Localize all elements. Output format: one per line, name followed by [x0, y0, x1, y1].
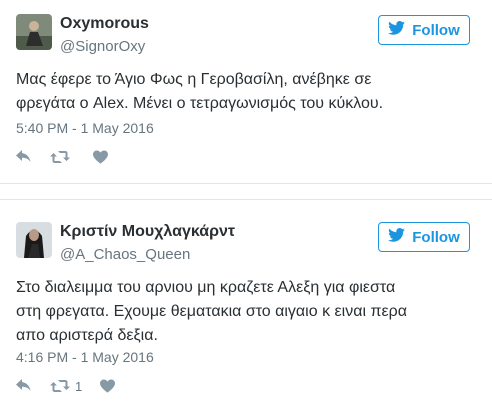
tweet-card: Κριστίν Μουχλαγκάρντ @A_Chaos_Queen Foll… — [0, 199, 492, 418]
reply-button[interactable] — [16, 150, 32, 164]
display-name[interactable]: Oxymorous — [60, 15, 149, 33]
tweet-timestamp[interactable]: 4:16 PM - 1 May 2016 — [16, 349, 154, 365]
retweet-icon — [50, 379, 70, 393]
retweet-count: 1 — [75, 378, 83, 394]
tweet-card: Oxymorous @SignorOxy Follow Μας έφερε το… — [0, 0, 492, 184]
avatar[interactable] — [16, 222, 52, 258]
like-button[interactable] — [93, 150, 108, 164]
twitter-bird-icon — [388, 228, 406, 246]
tweet-text-line: απο αριστερά δεξια. — [16, 327, 158, 344]
tweet-text: Μας έφερε το Άγιο Φως η Γεροβασίλη, ανέβ… — [16, 68, 478, 116]
tweet-timestamp[interactable]: 5:40 PM - 1 May 2016 — [16, 120, 154, 136]
follow-button[interactable]: Follow — [378, 222, 470, 252]
like-button[interactable] — [100, 379, 116, 393]
user-handle[interactable]: @A_Chaos_Queen — [60, 246, 190, 263]
reply-icon — [16, 150, 32, 164]
retweet-icon — [50, 150, 70, 164]
retweet-button[interactable] — [50, 150, 75, 164]
tweet-actions: 1 — [16, 376, 133, 396]
user-handle[interactable]: @SignorOxy — [60, 38, 145, 55]
tweet-text-line: Μας έφερε το Άγιο Φως η Γεροβασίλη, ανέβ… — [16, 71, 372, 88]
retweet-button[interactable]: 1 — [50, 379, 82, 394]
display-name[interactable]: Κριστίν Μουχλαγκάρντ — [60, 223, 235, 241]
tweet-actions — [16, 147, 126, 167]
reply-button[interactable] — [16, 379, 32, 393]
follow-label: Follow — [412, 21, 460, 39]
heart-icon — [93, 150, 108, 164]
reply-icon — [16, 379, 32, 393]
tweet-text-line: στη φρεγατα. Εχουμε θεματακια στο αιγαιο… — [16, 303, 407, 320]
tweet-text-line: φρεγάτα ο Alex. Μένει ο τετραγωνισμός το… — [16, 95, 384, 112]
tweet-text-line: Στο διαλειμμα του αρνιου μη κραζετε Αλεξ… — [16, 279, 396, 296]
follow-button[interactable]: Follow — [378, 15, 470, 45]
heart-icon — [100, 379, 116, 393]
twitter-bird-icon — [388, 21, 406, 39]
tweet-text: Στο διαλειμμα του αρνιου μη κραζετε Αλεξ… — [16, 276, 478, 348]
avatar[interactable] — [16, 14, 52, 50]
follow-label: Follow — [412, 228, 460, 246]
